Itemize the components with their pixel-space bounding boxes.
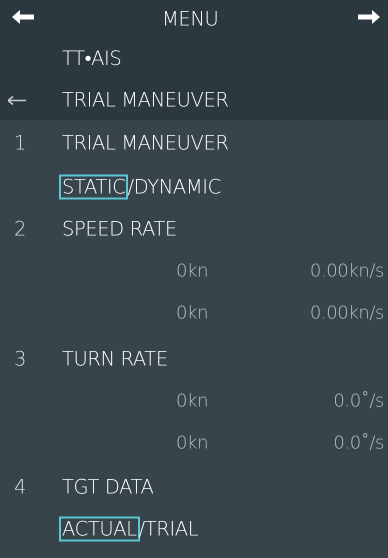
trial-maneuver-menu: MENU TT•AIS TRIAL MANEUVER 1 TRIAL MANEU… (0, 0, 388, 558)
trial-maneuver-options: STATIC/DYNAMIC (0, 168, 388, 206)
speed-value: 0kn (176, 432, 209, 454)
breadcrumb-current[interactable]: TRIAL MANEUVER (0, 80, 388, 120)
turn-rate-value: 0.0˚/s (333, 390, 384, 412)
speed-rate-value: 0.00kn/s (309, 302, 385, 324)
item-label: TGT DATA (62, 475, 154, 499)
arrow-right-icon[interactable] (358, 9, 380, 29)
speed-rate-value: 0.00kn/s (309, 260, 385, 282)
menu-title: MENU (162, 7, 219, 30)
back-arrow-icon[interactable] (7, 90, 26, 109)
menu-item-tgt-data[interactable]: 4 TGT DATA (0, 468, 388, 506)
tgt-data-options: ACTUAL/TRIAL (0, 510, 388, 548)
speed-value: 0kn (176, 390, 209, 412)
speed-value: 0kn (176, 302, 209, 324)
item-number: 3 (14, 347, 27, 371)
menu-item-trial-maneuver[interactable]: 1 TRIAL MANEUVER (0, 124, 388, 162)
item-number: 2 (14, 217, 27, 241)
menu-item-turn-rate[interactable]: 3 TURN RATE (0, 340, 388, 378)
turn-rate-row-2[interactable]: 0kn 0.0˚/s (0, 424, 388, 462)
item-number: 4 (14, 475, 27, 499)
breadcrumb-parent[interactable]: TT•AIS (0, 38, 388, 80)
arrow-left-icon[interactable] (12, 9, 34, 29)
option-actual[interactable]: ACTUAL (59, 516, 140, 542)
speed-rate-row-1[interactable]: 0kn 0.00kn/s (0, 252, 388, 290)
breadcrumb-parent-label: TT•AIS (62, 46, 122, 70)
item-label: TRIAL MANEUVER (62, 131, 229, 155)
turn-rate-row-1[interactable]: 0kn 0.0˚/s (0, 382, 388, 420)
option-trial[interactable]: TRIAL (145, 518, 199, 541)
item-label: TURN RATE (62, 347, 168, 371)
turn-rate-value: 0.0˚/s (333, 432, 384, 454)
item-label: SPEED RATE (62, 217, 177, 241)
breadcrumb-current-label: TRIAL MANEUVER (62, 88, 229, 111)
option-dynamic[interactable]: DYNAMIC (134, 176, 222, 199)
item-number: 1 (14, 131, 27, 155)
menu-item-speed-rate[interactable]: 2 SPEED RATE (0, 210, 388, 248)
speed-rate-row-2[interactable]: 0kn 0.00kn/s (0, 294, 388, 332)
option-static[interactable]: STATIC (58, 174, 129, 200)
menu-header: MENU (0, 0, 388, 38)
speed-value: 0kn (176, 260, 209, 282)
